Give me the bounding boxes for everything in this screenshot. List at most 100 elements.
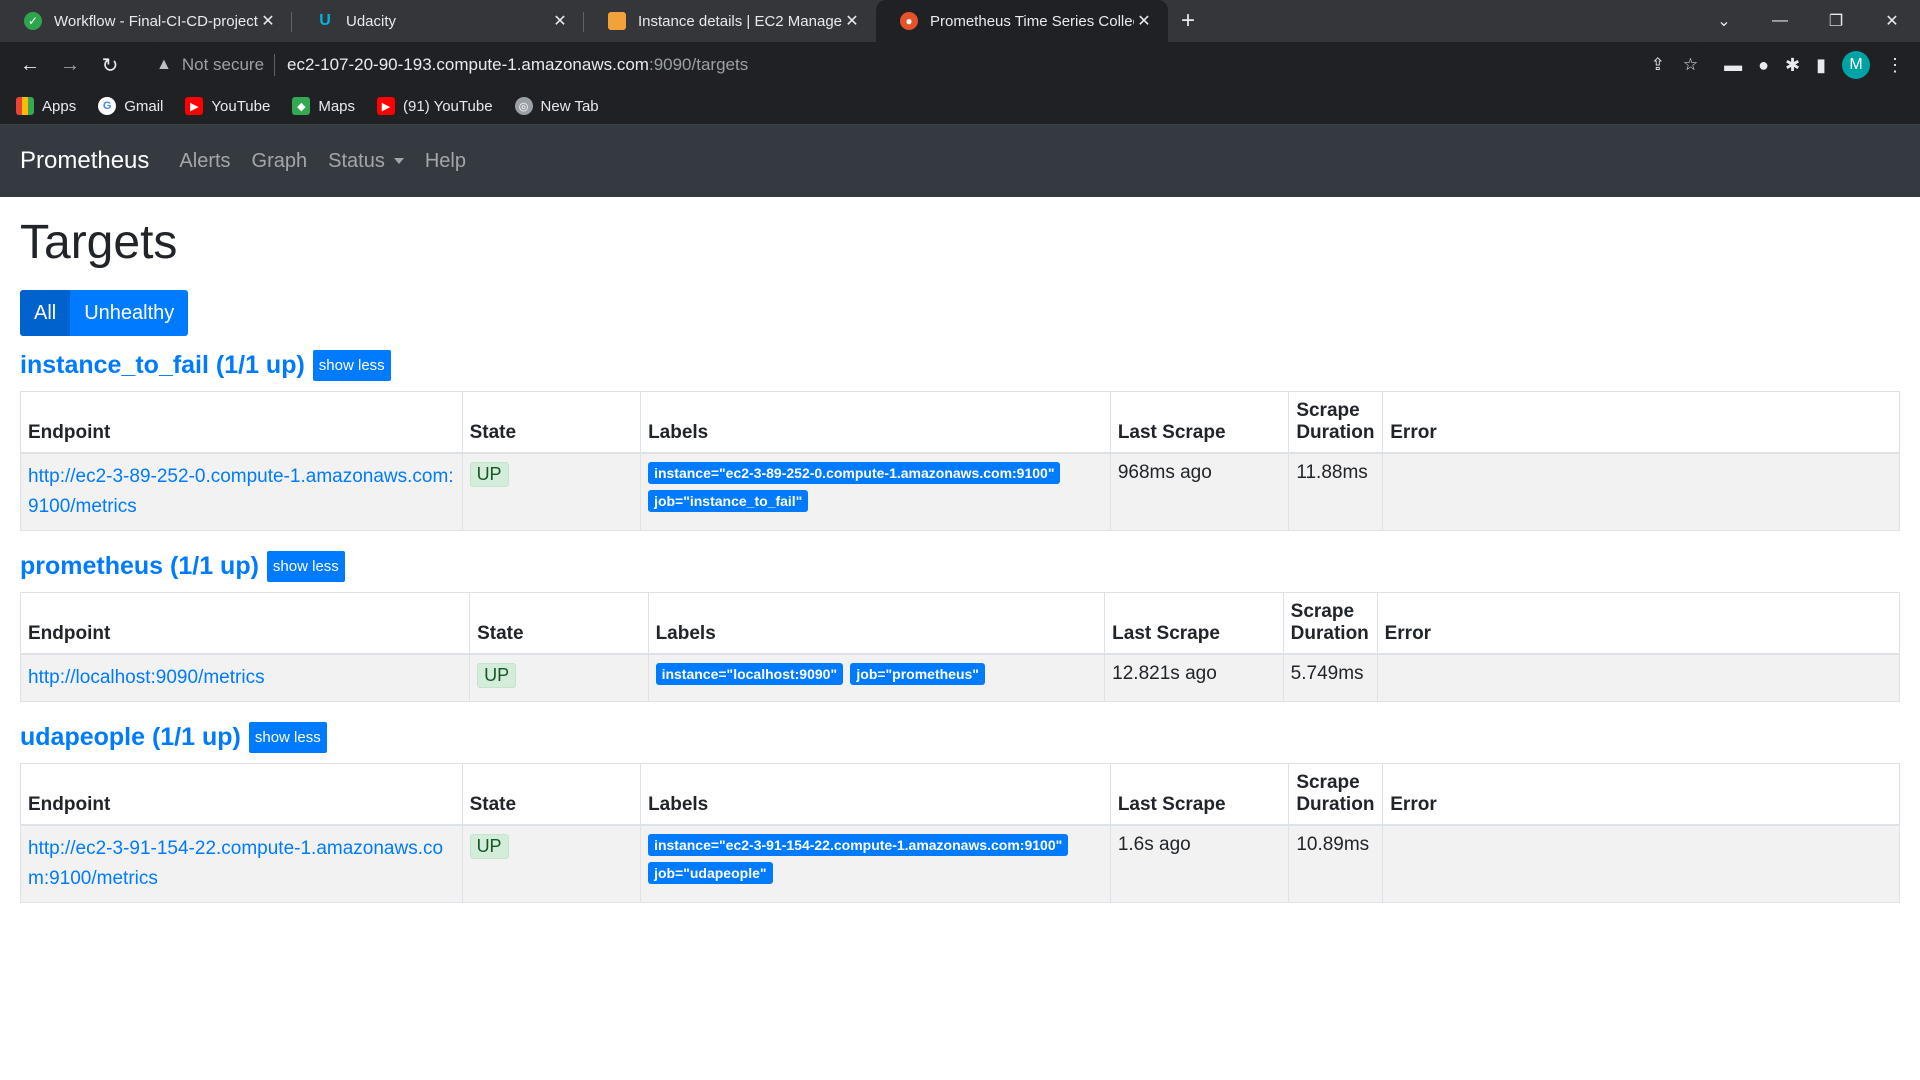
globe-icon: ◎ (514, 97, 533, 115)
pool-title-link[interactable]: instance_to_fail (1/1 up) (20, 351, 305, 380)
col-endpoint: Endpoint (20, 391, 463, 454)
url-host: ec2-107-20-90-193.compute-1.amazonaws.co… (287, 55, 649, 74)
bookmark-new-tab[interactable]: ◎ New Tab (514, 97, 599, 115)
state-badge: UP (477, 663, 517, 688)
table-row: http://localhost:9090/metrics UP instanc… (19, 653, 1901, 702)
prometheus-icon: ● (900, 12, 918, 30)
endpoint-link[interactable]: http://localhost:9090/metrics (28, 667, 265, 688)
forward-icon[interactable]: → (50, 45, 90, 85)
window-controls: ⌄ — ❐ ✕ (1696, 0, 1920, 42)
main-content: Targets All Unhealthy instance_to_fail (… (0, 215, 1920, 903)
close-tab-icon[interactable]: ✕ (1134, 11, 1154, 31)
bookmark-label: (91) YouTube (403, 97, 493, 115)
last-scrape-cell: 12.821s ago (1104, 653, 1284, 702)
nav-graph[interactable]: Graph (252, 150, 308, 173)
pool-title-link[interactable]: prometheus (1/1 up) (20, 552, 259, 581)
reload-icon[interactable]: ↻ (90, 45, 130, 85)
bookmark-star-icon[interactable]: ☆ (1683, 55, 1698, 75)
bookmark-maps[interactable]: ◆ Maps (292, 97, 355, 115)
endpoint-cell: http://ec2-3-91-154-22.compute-1.amazona… (20, 824, 463, 903)
state-cell: UP (469, 653, 649, 702)
profile-avatar[interactable]: M (1842, 51, 1870, 79)
share-icon[interactable]: ⇪ (1651, 55, 1665, 75)
tab-search-icon[interactable]: ⌄ (1696, 11, 1752, 31)
table-header-row: Endpoint State Labels Last Scrape Scrape… (19, 592, 1901, 655)
back-icon[interactable]: ← (10, 45, 50, 85)
filter-button-group: All Unhealthy (20, 290, 1900, 336)
pool-title-link[interactable]: udapeople (1/1 up) (20, 723, 241, 752)
udacity-icon: U (319, 12, 331, 29)
nav-help[interactable]: Help (425, 150, 466, 173)
table-row: http://ec2-3-91-154-22.compute-1.amazona… (20, 824, 1900, 903)
col-scrape-duration: Scrape Duration (1288, 391, 1384, 454)
table-header-row: Endpoint State Labels Last Scrape Scrape… (20, 763, 1900, 826)
label-badge: job="udapeople" (648, 862, 773, 884)
duration-cell: 5.749ms (1282, 653, 1378, 702)
browser-toolbar: ← → ↻ ▲ Not secure ec2-107-20-90-193.com… (0, 42, 1920, 88)
col-error: Error (1376, 592, 1901, 655)
new-tab-button[interactable]: + (1168, 0, 1208, 42)
close-window-icon[interactable]: ✕ (1864, 11, 1920, 31)
col-last-scrape: Last Scrape (1109, 391, 1290, 454)
col-scrape-duration: Scrape Duration (1288, 763, 1384, 826)
col-labels: Labels (640, 391, 1111, 454)
endpoint-cell: http://ec2-3-89-252-0.compute-1.amazonaw… (20, 452, 463, 531)
browser-tab[interactable]: U Udacity ✕ (292, 0, 584, 42)
google-icon: G (98, 97, 117, 115)
browser-tab-active[interactable]: ● Prometheus Time Series Collectio ✕ (876, 0, 1168, 42)
close-tab-icon[interactable]: ✕ (550, 11, 570, 31)
brand-link[interactable]: Prometheus (20, 147, 149, 175)
bookmark-label: Apps (42, 97, 77, 115)
bookmark-youtube-91[interactable]: ▶ (91) YouTube (377, 97, 493, 115)
show-less-button[interactable]: show less (266, 551, 345, 582)
browser-tab[interactable]: Instance details | EC2 Manageme ✕ (584, 0, 876, 42)
pool-header: prometheus (1/1 up) show less (20, 551, 1900, 582)
url-path: :9090/targets (648, 55, 749, 74)
side-panel-icon[interactable]: ▮ (1816, 55, 1826, 76)
tab-title: Udacity (346, 12, 397, 30)
targets-table: Endpoint State Labels Last Scrape Scrape… (19, 592, 1901, 702)
col-scrape-duration: Scrape Duration (1282, 592, 1378, 655)
restore-icon[interactable]: ❐ (1808, 11, 1864, 31)
menu-icon[interactable]: ⋮ (1886, 55, 1904, 76)
extension-icon[interactable]: ▬ (1724, 55, 1742, 76)
filter-all-button[interactable]: All (20, 290, 71, 336)
show-less-button[interactable]: show less (248, 722, 327, 753)
prometheus-navbar: Prometheus Alerts Graph Status Help (0, 125, 1920, 197)
github-actions-icon: ✓ (24, 12, 42, 30)
col-endpoint: Endpoint (19, 592, 471, 655)
close-tab-icon[interactable]: ✕ (842, 11, 862, 31)
col-scrape-duration-line2: Duration (1296, 422, 1375, 443)
browser-tab[interactable]: ✓ Workflow - Final-CI-CD-project-f ✕ (0, 0, 292, 42)
col-error: Error (1382, 391, 1900, 454)
col-state: State (469, 592, 649, 655)
nav-status-label: Status (328, 149, 385, 172)
filter-unhealthy-button[interactable]: Unhealthy (70, 290, 189, 336)
endpoint-link[interactable]: http://ec2-3-91-154-22.compute-1.amazona… (28, 838, 443, 889)
labels-cell: instance="localhost:9090" job="prometheu… (647, 653, 1106, 702)
youtube-icon: ▶ (185, 97, 204, 115)
bookmark-apps[interactable]: Apps (16, 97, 76, 115)
pool-header: udapeople (1/1 up) show less (20, 722, 1900, 753)
aws-ec2-icon (608, 12, 626, 30)
nav-status-dropdown[interactable]: Status (328, 150, 404, 173)
address-bar[interactable]: ▲ Not secure ec2-107-20-90-193.compute-1… (140, 47, 1715, 83)
youtube-icon: ▶ (377, 97, 396, 115)
nav-alerts[interactable]: Alerts (179, 150, 230, 173)
maps-icon: ◆ (292, 97, 311, 115)
minimize-icon[interactable]: — (1752, 12, 1808, 30)
close-tab-icon[interactable]: ✕ (258, 11, 278, 31)
table-header-row: Endpoint State Labels Last Scrape Scrape… (20, 391, 1900, 454)
endpoint-link[interactable]: http://ec2-3-89-252-0.compute-1.amazonaw… (28, 466, 454, 517)
error-cell (1376, 653, 1901, 702)
bookmark-youtube[interactable]: ▶ YouTube (185, 97, 270, 115)
bookmark-gmail[interactable]: G Gmail (98, 97, 163, 115)
show-less-button[interactable]: show less (312, 350, 391, 381)
labels-cell: instance="ec2-3-89-252-0.compute-1.amazo… (640, 452, 1111, 531)
incognito-icon[interactable]: ● (1758, 55, 1769, 76)
col-scrape-duration-line1: Scrape (1296, 772, 1360, 793)
puzzle-icon[interactable]: ✱ (1785, 55, 1800, 76)
label-badge: instance="ec2-3-89-252-0.compute-1.amazo… (648, 462, 1061, 484)
col-state: State (461, 391, 642, 454)
state-cell: UP (461, 824, 642, 903)
